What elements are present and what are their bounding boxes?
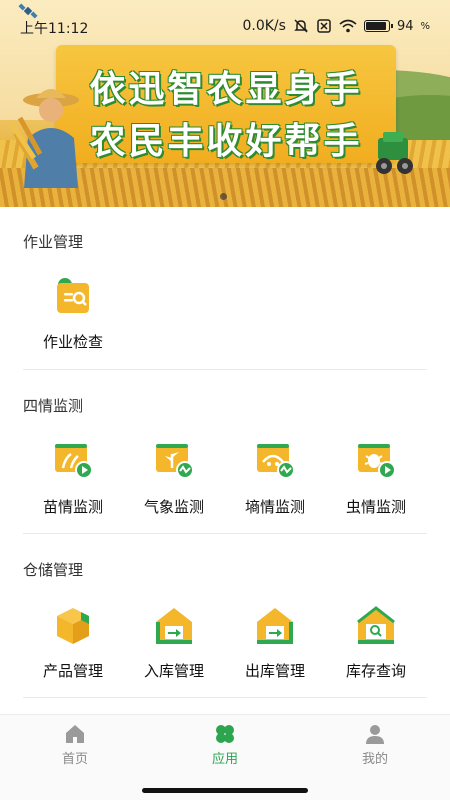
network-speed: 0.0K/s xyxy=(242,18,286,34)
app-item-inventory-search[interactable]: 库存查询 xyxy=(326,604,426,681)
banner-slogan-line1: 依迅智农显身手 xyxy=(89,69,363,110)
app-item-task-check[interactable]: 作业检查 xyxy=(23,275,123,352)
warehouse-in-icon xyxy=(152,604,196,648)
app-item-label: 苗情监测 xyxy=(42,498,103,516)
battery-level: 94 xyxy=(396,18,414,34)
carousel-indicator-dot[interactable] xyxy=(220,193,227,200)
app-item-label: 气象监测 xyxy=(143,498,204,516)
tractor-illustration xyxy=(376,132,413,174)
app-item-label: 产品管理 xyxy=(42,662,103,680)
app-item-label: 墒情监测 xyxy=(244,498,305,516)
sim-disabled-icon xyxy=(317,19,331,33)
tab-label: 应用 xyxy=(211,752,238,767)
app-item-label: 出库管理 xyxy=(244,662,305,680)
section-divider xyxy=(23,533,427,534)
task-check-icon xyxy=(51,275,95,319)
weather-monitor-icon xyxy=(152,440,196,484)
app-item-weather-monitor[interactable]: 气象监测 xyxy=(124,440,224,517)
app-item-label: 作业检查 xyxy=(42,333,103,351)
app-item-seedling-monitor[interactable]: 苗情监测 xyxy=(23,440,123,517)
tab-profile[interactable]: 我的 xyxy=(325,723,425,767)
section-title-four-monitoring: 四情监测 xyxy=(23,397,84,415)
status-bar: 上午11:12 0.0K/s 94% xyxy=(0,0,450,40)
product-box-icon xyxy=(51,604,95,648)
app-item-label: 入库管理 xyxy=(143,662,204,680)
battery-icon xyxy=(363,20,393,32)
status-right-group: 0.0K/s 94% xyxy=(242,18,430,34)
app-item-label: 虫情监测 xyxy=(345,498,406,516)
tab-label: 我的 xyxy=(361,752,388,767)
battery-percent-sign: % xyxy=(420,20,430,32)
home-indicator-bar[interactable] xyxy=(142,788,308,793)
mute-bell-icon xyxy=(294,19,308,33)
tab-label: 首页 xyxy=(61,752,88,767)
section-title-task-management: 作业管理 xyxy=(23,233,84,251)
banner-slogan-line2: 农民丰收好帮手 xyxy=(89,121,363,162)
app-item-warehouse-in[interactable]: 入库管理 xyxy=(124,604,224,681)
warehouse-out-icon xyxy=(253,604,297,648)
section-divider xyxy=(23,697,427,698)
profile-icon xyxy=(366,725,384,744)
farmer-illustration xyxy=(8,89,79,188)
section-title-warehouse-management: 仓储管理 xyxy=(23,561,84,579)
seedling-monitor-icon xyxy=(51,440,95,484)
inventory-search-icon xyxy=(354,604,398,648)
apps-clover-icon xyxy=(216,725,234,743)
section-divider xyxy=(23,369,427,370)
soil-moisture-monitor-icon xyxy=(253,440,297,484)
wifi-icon xyxy=(339,19,357,33)
app-item-pest-monitor[interactable]: 虫情监测 xyxy=(326,440,426,517)
home-icon xyxy=(66,725,84,743)
tab-home[interactable]: 首页 xyxy=(25,723,125,767)
pest-monitor-icon xyxy=(354,440,398,484)
app-item-warehouse-out[interactable]: 出库管理 xyxy=(225,604,325,681)
app-item-label: 库存查询 xyxy=(345,662,406,680)
app-item-soil-moisture-monitor[interactable]: 墒情监测 xyxy=(225,440,325,517)
status-time: 上午11:12 xyxy=(20,21,89,37)
tab-apps[interactable]: 应用 xyxy=(175,723,275,767)
app-item-product-management[interactable]: 产品管理 xyxy=(23,604,123,681)
